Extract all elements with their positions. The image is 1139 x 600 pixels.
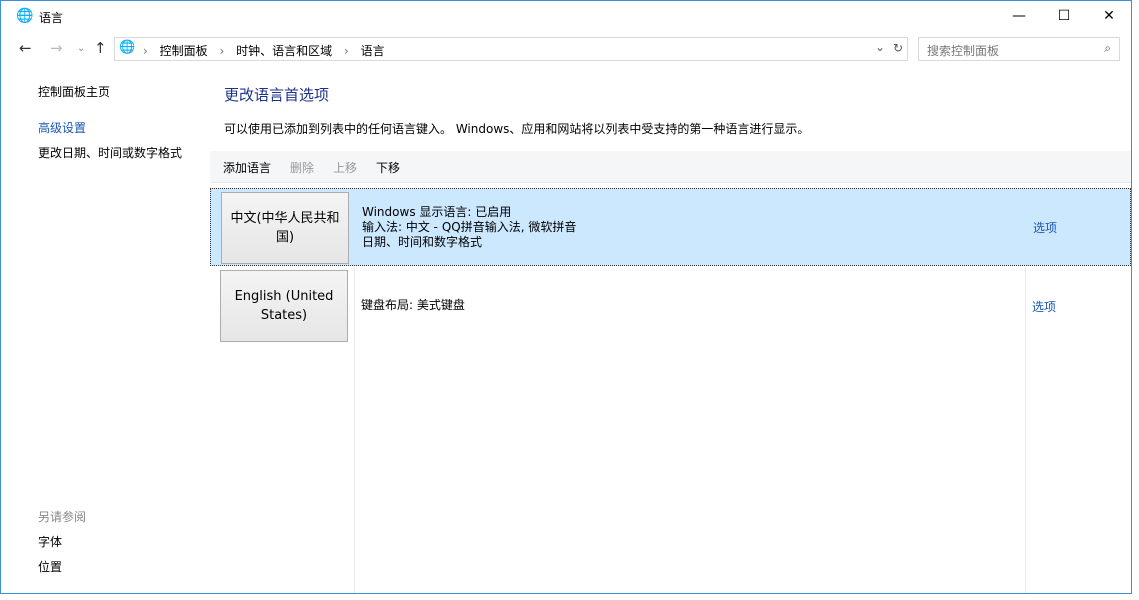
minimize-button[interactable]: —: [996, 1, 1042, 31]
language-name-tile[interactable]: 中文(中华人民共和国): [221, 192, 349, 264]
chevron-right-icon: ›: [344, 44, 349, 58]
column-divider: [1025, 267, 1026, 593]
see-also-location[interactable]: 位置: [38, 558, 62, 575]
sidebar-item-advanced[interactable]: 高级设置: [38, 119, 86, 136]
breadcrumb-language[interactable]: 语言: [361, 44, 385, 58]
language-info: 键盘布局: 美式键盘: [361, 298, 465, 313]
language-name-tile[interactable]: English (United States): [220, 270, 348, 342]
see-also-fonts[interactable]: 字体: [38, 533, 62, 550]
search-input[interactable]: 搜索控制面板 ⌕: [918, 37, 1120, 61]
forward-arrow-icon[interactable]: →: [50, 39, 63, 57]
address-bar[interactable]: 🌐 › 控制面板 › 时钟、语言和区域 › 语言 ⌄ ↻: [114, 37, 908, 61]
refresh-icon[interactable]: ↻: [893, 41, 903, 55]
language-row[interactable]: 中文(中华人民共和国) Windows 显示语言: 已启用 输入法: 中文 - …: [210, 188, 1131, 266]
page-title: 更改语言首选项: [224, 84, 329, 105]
breadcrumb-clock-region[interactable]: 时钟、语言和区域: [236, 44, 332, 58]
maximize-button[interactable]: ☐: [1041, 1, 1087, 31]
remove-button[interactable]: 删除: [290, 159, 314, 176]
column-divider: [354, 267, 355, 593]
breadcrumb-control-panel[interactable]: 控制面板: [160, 44, 208, 58]
move-up-button[interactable]: 上移: [333, 159, 357, 176]
language-globe-icon: 🌐: [119, 40, 135, 55]
chevron-right-icon: ›: [219, 44, 224, 58]
see-also-label: 另请参阅: [38, 508, 86, 525]
chevron-down-icon[interactable]: ⌄: [875, 40, 885, 54]
options-link[interactable]: 选项: [1032, 298, 1056, 315]
back-arrow-icon[interactable]: ←: [19, 39, 32, 57]
search-icon[interactable]: ⌕: [1104, 41, 1111, 56]
window-title: 语言: [39, 9, 63, 26]
close-button[interactable]: ✕: [1086, 1, 1132, 31]
sidebar-home-link[interactable]: 控制面板主页: [38, 83, 110, 100]
language-info: Windows 显示语言: 已启用 输入法: 中文 - QQ拼音输入法, 微软拼…: [362, 205, 576, 250]
options-link[interactable]: 选项: [1033, 219, 1057, 236]
toolbar: 添加语言 删除 上移 下移: [210, 151, 1131, 183]
language-row[interactable]: English (United States) 键盘布局: 美式键盘 选项: [210, 267, 1131, 345]
sidebar-item-date-format[interactable]: 更改日期、时间或数字格式: [38, 144, 182, 161]
chevron-right-icon: ›: [143, 44, 148, 58]
up-arrow-icon[interactable]: ↑: [94, 39, 107, 57]
move-down-button[interactable]: 下移: [376, 159, 400, 176]
window: 🌐 语言 — ☐ ✕ ← → ⌄ ↑ 🌐 › 控制面板 › 时钟、语言和区域 ›…: [0, 0, 1132, 594]
page-description: 可以使用已添加到列表中的任何语言键入。 Windows、应用和网站将以列表中受支…: [224, 120, 809, 137]
recent-chevron-icon[interactable]: ⌄: [77, 43, 85, 54]
title-bar: 🌐 语言 — ☐ ✕: [1, 1, 1131, 33]
add-language-button[interactable]: 添加语言: [223, 159, 271, 176]
language-globe-icon: 🌐: [16, 8, 34, 26]
